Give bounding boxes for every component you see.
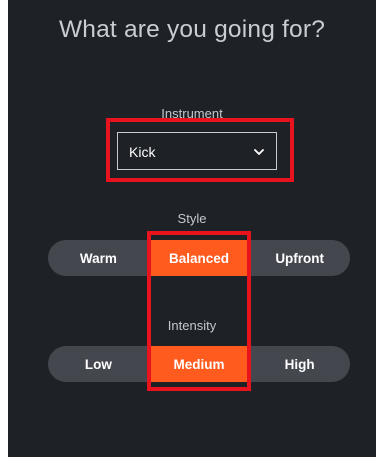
style-option-upfront[interactable]: Upfront (249, 240, 350, 276)
instrument-label: Instrument (161, 106, 223, 121)
style-option-warm[interactable]: Warm (48, 240, 149, 276)
chevron-down-icon (254, 149, 264, 155)
instrument-select[interactable]: Kick (117, 132, 277, 170)
intensity-label: Intensity (167, 318, 217, 333)
style-segmented-control: Warm Balanced Upfront (48, 240, 350, 276)
instrument-select-value: Kick (129, 144, 156, 160)
intensity-option-low[interactable]: Low (48, 346, 149, 382)
intensity-option-high[interactable]: High (249, 346, 350, 382)
intensity-segmented-control: Low Medium High (48, 346, 350, 382)
intensity-option-medium[interactable]: Medium (148, 346, 250, 382)
page-title: What are you going for? (58, 16, 326, 43)
preset-panel (8, 0, 376, 457)
style-label: Style (177, 211, 207, 226)
style-option-balanced[interactable]: Balanced (148, 240, 250, 276)
